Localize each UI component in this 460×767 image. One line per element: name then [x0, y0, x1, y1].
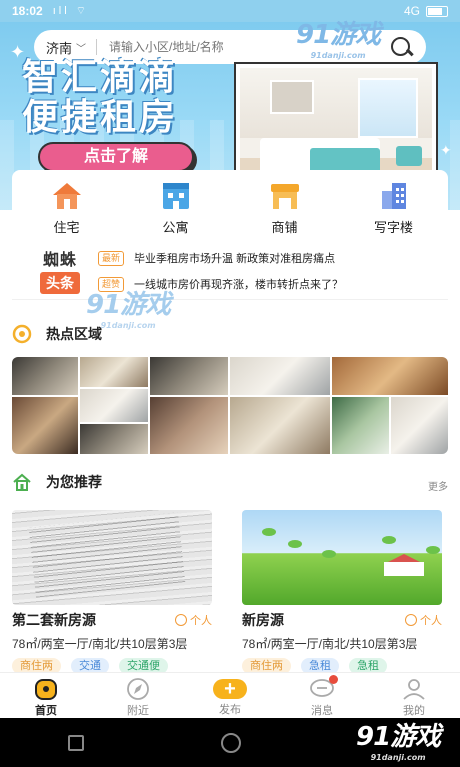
person-icon [175, 614, 187, 626]
status-signal: 4G [403, 4, 420, 18]
banner-slogan: 智汇滴滴 便捷租房 [22, 58, 178, 138]
recents-button[interactable] [68, 734, 85, 751]
brand-line-2: 头条 [40, 272, 80, 294]
listing-image[interactable] [242, 510, 442, 605]
office-building-icon [378, 181, 410, 211]
category-residential[interactable]: 住宅 [27, 181, 107, 236]
area-photo[interactable] [12, 357, 78, 395]
listing-card[interactable]: 新房源 个人 78㎡/两室一厅/南北/共10层第3层 商住两 急租 急租 [242, 510, 452, 674]
hot-area-icon [12, 324, 32, 344]
section-title: 为您推荐 [46, 474, 102, 490]
message-icon [309, 675, 338, 701]
more-link[interactable]: 更多 [428, 478, 448, 493]
plus-icon: + [213, 679, 247, 699]
watermark-logo: 91游戏 91danji.com [296, 20, 381, 60]
home-button[interactable] [220, 732, 241, 753]
category-label: 商铺 [271, 219, 298, 235]
hot-area-gallery[interactable] [12, 357, 448, 454]
listing-details: 78㎡/两室一厅/南北/共10层第3层 [12, 637, 188, 651]
category-apartment[interactable]: 公寓 [136, 181, 216, 236]
status-time: 18:02 [12, 4, 43, 18]
sparkle-icon: ✦ [440, 142, 452, 158]
listing-details: 78㎡/两室一厅/南北/共10层第3层 [242, 637, 418, 651]
watermark-logo: 91游戏 91danji.com [356, 722, 441, 762]
tab-messages[interactable]: 消息 [276, 673, 368, 718]
brand-line-1: 蜘蛛 [42, 252, 77, 269]
battery-icon [426, 5, 448, 17]
shop-icon [269, 181, 301, 211]
area-photo[interactable] [12, 397, 78, 454]
watermark-logo: 91游戏 91danji.com [86, 290, 171, 330]
area-photo[interactable] [150, 397, 228, 454]
category-shop[interactable]: 商铺 [245, 181, 325, 236]
listing-image[interactable] [12, 510, 212, 605]
area-photo[interactable] [230, 397, 330, 454]
owner-badge: 个人 [175, 612, 212, 628]
chevron-down-icon[interactable]: ﹀ [76, 40, 86, 55]
area-photo[interactable] [230, 357, 330, 395]
tab-profile[interactable]: 我的 [368, 673, 460, 718]
city-selector[interactable]: 济南 [46, 38, 72, 57]
category-label: 住宅 [53, 219, 80, 235]
status-network-icons: ıll ⌔ [52, 5, 90, 17]
status-bar: 18:02 ıll ⌔ 4G [0, 0, 460, 22]
apartment-icon [160, 181, 192, 211]
headline-brand-logo: 蜘蛛 头条 [30, 246, 90, 294]
area-photo[interactable] [80, 424, 148, 454]
slogan-line-1: 智汇滴滴 [22, 57, 179, 98]
area-photo[interactable] [150, 357, 228, 395]
tab-home[interactable]: 首页 [0, 673, 92, 718]
owner-badge: 个人 [405, 612, 442, 628]
profile-icon [401, 677, 427, 701]
person-icon [405, 614, 417, 626]
search-input[interactable] [109, 40, 310, 54]
house-icon [51, 181, 83, 211]
listing-title: 第二套新房源 [12, 612, 96, 628]
area-photo[interactable] [80, 357, 148, 387]
area-photo[interactable] [80, 389, 148, 422]
bottom-tab-bar: 首页 附近 + 发布 消息 我的 [0, 672, 460, 718]
news-ticker: 蜘蛛 头条 最新 毕业季租房市场升温 新政策对准租房痛点 超赞 一线城市房价再现… [12, 240, 448, 300]
area-photo[interactable] [332, 357, 448, 395]
compass-icon [125, 677, 151, 701]
category-office[interactable]: 写字楼 [354, 181, 434, 236]
divider [96, 39, 98, 55]
recommend-header: 为您推荐 [12, 472, 102, 492]
area-photo[interactable] [391, 397, 448, 454]
listing-card[interactable]: 第二套新房源 个人 78㎡/两室一厅/南北/共10层第3层 商住两 交通 交通便 [12, 510, 222, 674]
tab-label: 首页 [35, 705, 57, 717]
news-item[interactable]: 最新 毕业季租房市场升温 新政策对准租房痛点 [98, 248, 335, 268]
home-outline-icon [12, 472, 32, 492]
tab-label: 消息 [311, 705, 333, 717]
category-label: 写字楼 [373, 219, 413, 235]
listing-title: 新房源 [242, 612, 284, 628]
unread-badge [329, 675, 338, 684]
category-label: 公寓 [162, 219, 189, 235]
tab-label: 发布 [219, 704, 241, 716]
area-photo[interactable] [332, 397, 389, 454]
tab-label: 附近 [127, 705, 149, 717]
home-icon [33, 677, 59, 701]
search-icon[interactable] [388, 34, 414, 60]
news-text: 毕业季租房市场升温 新政策对准租房痛点 [134, 253, 336, 265]
learn-more-button[interactable]: 点击了解 [38, 142, 194, 172]
category-grid: 住宅 公寓 商铺 写字楼 [12, 170, 448, 240]
news-tag: 最新 [98, 250, 125, 266]
tab-publish[interactable]: + 发布 [184, 673, 276, 718]
tab-nearby[interactable]: 附近 [92, 673, 184, 718]
slogan-line-2: 便捷租房 [22, 97, 179, 138]
